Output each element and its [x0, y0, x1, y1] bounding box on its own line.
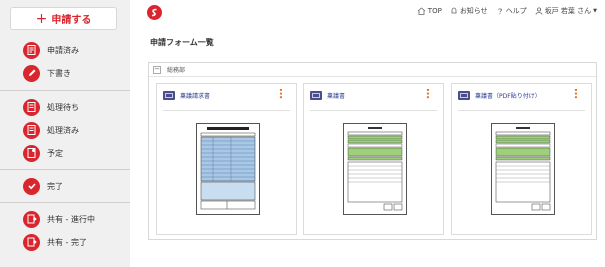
- sidebar-item-label: 処理待ち: [47, 102, 79, 112]
- home-icon: [417, 7, 426, 15]
- share-progress-icon: [23, 210, 40, 228]
- form-title[interactable]: 稟議書（PDF貼り付け）: [475, 91, 541, 100]
- bell-icon: [451, 7, 457, 14]
- check-icon: [23, 177, 40, 195]
- top-label: TOP: [427, 7, 442, 15]
- group-name: 総務部: [167, 67, 186, 74]
- form-card[interactable]: 稟議書 ⋯: [303, 83, 444, 235]
- news-label: お知らせ: [459, 7, 488, 15]
- card-divider: [163, 110, 290, 111]
- pencil-icon: [23, 64, 40, 82]
- sidebar-item-label: 共有 - 進行中: [47, 214, 95, 224]
- top-link[interactable]: TOP: [417, 7, 442, 15]
- form-card[interactable]: 稟議書（PDF貼り付け） ⋯: [451, 83, 592, 235]
- doc-wait-icon: [23, 98, 40, 116]
- sidebar-divider: [0, 202, 130, 203]
- form-icon: [310, 90, 322, 100]
- collapse-toggle-icon[interactable]: −: [153, 65, 161, 74]
- sidebar-item-label: 申請済み: [47, 45, 79, 55]
- sidebar-item-shared-completed[interactable]: 共有 - 完了: [0, 231, 130, 253]
- sidebar-item-submitted[interactable]: 申請済み: [0, 39, 130, 61]
- doc-done-icon: [23, 121, 40, 139]
- help-icon: [497, 8, 502, 15]
- form-icon: [458, 90, 470, 100]
- user-icon: [535, 7, 543, 15]
- new-application-button[interactable]: + 申請する: [10, 7, 117, 30]
- more-menu-icon[interactable]: ⋯: [569, 88, 582, 99]
- sidebar-item-label: 完了: [47, 181, 63, 191]
- news-link[interactable]: お知らせ: [450, 6, 488, 16]
- app-logo[interactable]: [147, 5, 162, 20]
- sidebar-divider: [0, 169, 130, 170]
- more-menu-icon[interactable]: ⋯: [421, 88, 434, 99]
- page-title: 申請フォーム一覧: [150, 38, 214, 47]
- sidebar: + 申請する 申請済み 下書き 処理待ち 処理済み 予定 完了 共有 - 進行中…: [0, 0, 130, 267]
- user-menu[interactable]: 坂戸 若葉 さん ▼: [535, 6, 597, 16]
- caret-down-icon: ▼: [593, 8, 597, 14]
- form-group: − 総務部 稟議請求書 ⋯ 稟議書 ⋯ 稟議書（PDF貼り付け） ⋯: [148, 62, 597, 240]
- help-label: ヘルプ: [505, 7, 527, 15]
- sidebar-item-pending[interactable]: 処理待ち: [0, 96, 130, 118]
- share-done-icon: [23, 233, 40, 251]
- sidebar-item-label: 処理済み: [47, 125, 79, 135]
- form-thumbnail[interactable]: [196, 123, 260, 215]
- sidebar-item-scheduled[interactable]: 予定: [0, 142, 130, 164]
- sidebar-divider: [0, 90, 130, 91]
- user-name: 坂戸 若葉 さん: [544, 7, 592, 15]
- card-divider: [458, 110, 585, 111]
- sidebar-item-shared-in-progress[interactable]: 共有 - 進行中: [0, 208, 130, 230]
- doc-schedule-icon: [23, 144, 40, 162]
- plus-icon: +: [35, 10, 48, 27]
- form-title[interactable]: 稟議書: [327, 91, 345, 100]
- sidebar-item-label: 共有 - 完了: [47, 237, 87, 247]
- more-menu-icon[interactable]: ⋯: [274, 88, 287, 99]
- top-navigation: TOP お知らせ ヘルプ 坂戸 若葉 さん ▼: [409, 6, 597, 16]
- help-link[interactable]: ヘルプ: [496, 6, 527, 16]
- group-header: − 総務部: [149, 63, 596, 77]
- form-title[interactable]: 稟議請求書: [180, 91, 210, 100]
- form-thumbnail[interactable]: [343, 123, 407, 215]
- form-card[interactable]: 稟議請求書 ⋯: [156, 83, 297, 235]
- sidebar-item-processed[interactable]: 処理済み: [0, 119, 130, 141]
- sidebar-item-completed[interactable]: 完了: [0, 175, 130, 197]
- form-icon: [163, 90, 175, 100]
- sidebar-item-label: 予定: [47, 148, 63, 158]
- sidebar-item-drafts[interactable]: 下書き: [0, 62, 130, 84]
- doc-check-icon: [23, 41, 40, 59]
- form-thumbnail[interactable]: [491, 123, 555, 215]
- new-application-label: 申請する: [51, 15, 92, 26]
- card-divider: [310, 110, 437, 111]
- sidebar-item-label: 下書き: [47, 68, 71, 78]
